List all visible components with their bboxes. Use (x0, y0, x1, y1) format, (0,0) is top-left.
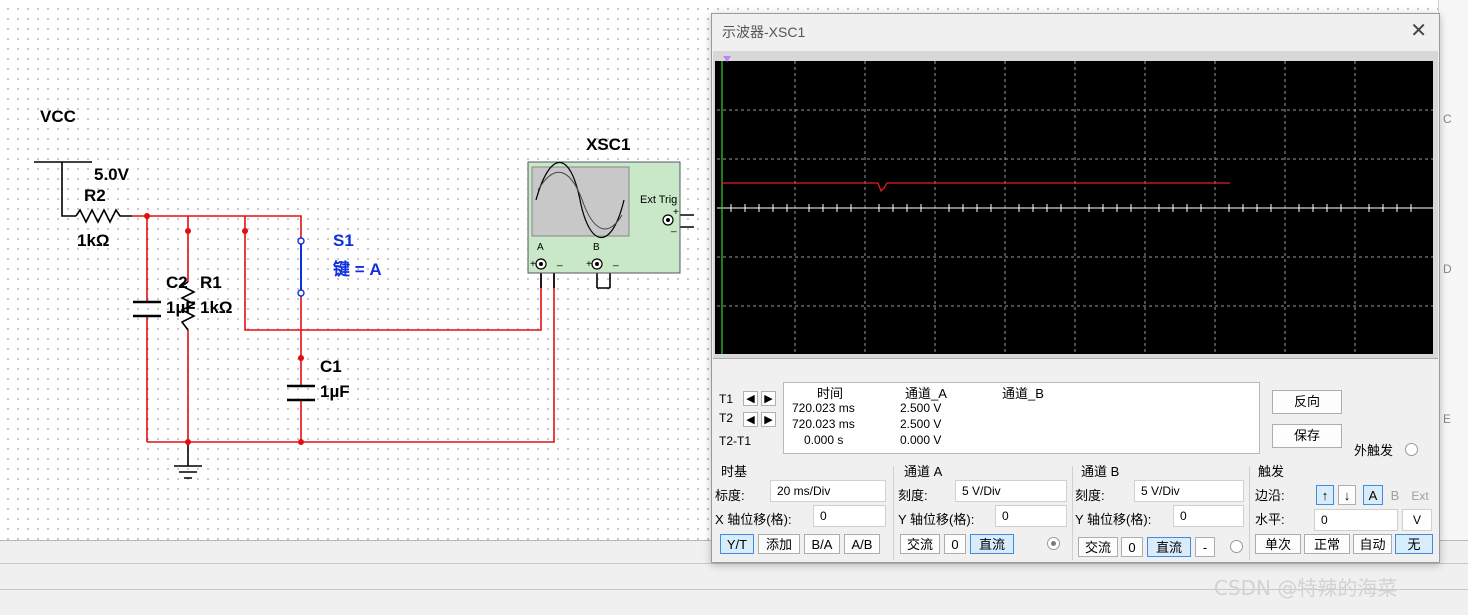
channel-b-scale-input[interactable]: 5 V/Div (1134, 480, 1244, 502)
t1-right-arrow-icon[interactable]: ▶ (761, 391, 776, 406)
t2-time: 720.023 ms (792, 417, 855, 431)
timebase-title: 时基 (721, 464, 748, 479)
t2-left-arrow-icon[interactable]: ◀ (743, 412, 758, 427)
channel-a-ac-button[interactable]: 交流 (900, 534, 940, 554)
t1-channel-a: 2.500 V (900, 401, 942, 415)
trigger-normal-button[interactable]: 正常 (1304, 534, 1350, 554)
t2-right-arrow-icon[interactable]: ▶ (761, 412, 776, 427)
scope-grid (715, 56, 1433, 354)
c2-value: 1µF (166, 298, 196, 317)
channel-a-radio[interactable] (1047, 537, 1060, 550)
rising-edge-icon[interactable]: ↑ (1316, 485, 1334, 505)
terminal-plus-b: + (586, 259, 592, 270)
watermark: CSDN @特辣的海菜 (1214, 576, 1398, 600)
timebase-scale-label: 标度: (715, 488, 745, 503)
vcc-value: 5.0V (94, 165, 129, 184)
c1-value: 1µF (320, 382, 350, 401)
channel-b-scale-label: 刻度: (1075, 488, 1105, 503)
channel-b-ac-button[interactable]: 交流 (1078, 537, 1118, 557)
terminal-minus-b: _ (613, 256, 619, 267)
trigger-source-b-button[interactable]: B (1386, 485, 1404, 505)
col-channel-b-header: 通道_B (1002, 386, 1044, 401)
channel-a-ypos-label: Y 轴位移(格): (898, 512, 975, 527)
channel-b-zero-button[interactable]: 0 (1121, 537, 1143, 557)
t1-time: 720.023 ms (792, 401, 855, 415)
ruler-label-c: C (1443, 112, 1452, 126)
trigger-edge-label: 边沿: (1255, 488, 1285, 503)
oscilloscope-window[interactable]: 示波器-XSC1 ✕ T1 ◀ ▶ T2 ◀ ▶ T2-T1 时间 通道_A 通… (711, 13, 1440, 563)
col-channel-a-header: 通道_A (905, 386, 947, 401)
mode-ba-button[interactable]: B/A (804, 534, 840, 554)
channel-b-terminal-label: B (593, 242, 600, 253)
trigger-level-input[interactable]: 0 (1314, 509, 1398, 531)
external-trigger-label: 外触发 (1354, 443, 1394, 458)
x-position-label: X 轴位移(格): (715, 512, 792, 527)
t2-t1-label: T2-T1 (719, 434, 752, 448)
group-separator (1249, 466, 1250, 560)
timebase-scale-input[interactable]: 20 ms/Div (770, 480, 886, 502)
channel-a-title: 通道 A (904, 464, 943, 479)
scope-screen[interactable] (713, 51, 1438, 359)
trigger-none-button[interactable]: 无 (1395, 534, 1433, 554)
t2-channel-a: 2.500 V (900, 417, 942, 431)
t2-t1-time: 0.000 s (804, 433, 844, 447)
s1-label: S1 (333, 231, 354, 250)
save-button[interactable]: 保存 (1272, 424, 1342, 448)
channel-a-scale-input[interactable]: 5 V/Div (955, 480, 1067, 502)
channel-a-terminal-label: A (537, 242, 544, 253)
col-time-header: 时间 (817, 386, 844, 401)
channel-b-ypos-input[interactable]: 0 (1173, 505, 1244, 527)
r2-value: 1kΩ (77, 231, 110, 250)
terminal-plus-ext: + (673, 207, 679, 218)
channel-a-dc-button[interactable]: 直流 (970, 534, 1014, 554)
close-icon[interactable]: ✕ (1410, 18, 1427, 42)
c2-label: C2 (166, 273, 188, 292)
reverse-button[interactable]: 反向 (1272, 390, 1342, 414)
falling-edge-icon[interactable]: ↓ (1338, 485, 1356, 505)
terminal-minus-ext: _ (671, 222, 677, 233)
r2-label: R2 (84, 186, 106, 205)
mode-yt-button[interactable]: Y/T (720, 534, 754, 554)
trigger-level-unit[interactable]: V (1402, 509, 1432, 531)
window-title: 示波器-XSC1 (722, 24, 806, 40)
t1-label: T1 (719, 392, 734, 406)
channel-b-radio[interactable] (1230, 540, 1243, 553)
vcc-label: VCC (40, 107, 76, 126)
trigger-single-button[interactable]: 单次 (1255, 534, 1301, 554)
t1-left-arrow-icon[interactable]: ◀ (743, 391, 758, 406)
trigger-level-label: 水平: (1255, 512, 1285, 527)
mode-ab-button[interactable]: A/B (844, 534, 880, 554)
r1-label: R1 (200, 273, 222, 292)
external-trigger-radio[interactable] (1405, 443, 1418, 456)
group-separator (893, 466, 894, 560)
channel-b-invert-button[interactable]: - (1195, 537, 1215, 557)
t2-label: T2 (719, 411, 734, 425)
s1-key-label: 键 = A (333, 260, 382, 279)
trigger-title: 触发 (1258, 464, 1285, 479)
c1-label: C1 (320, 357, 342, 376)
trigger-auto-button[interactable]: 自动 (1353, 534, 1392, 554)
channel-a-ypos-input[interactable]: 0 (995, 505, 1067, 527)
trigger-source-ext-button[interactable]: Ext (1407, 485, 1433, 505)
r1-value: 1kΩ (200, 298, 233, 317)
channel-a-zero-button[interactable]: 0 (944, 534, 966, 554)
group-separator (1072, 466, 1073, 560)
channel-b-dc-button[interactable]: 直流 (1147, 537, 1191, 557)
trigger-source-a-button[interactable]: A (1363, 485, 1383, 505)
channel-b-title: 通道 B (1081, 464, 1120, 479)
ruler-label-e: E (1443, 412, 1452, 426)
ruler-label-d: D (1443, 262, 1452, 276)
cursor-readout-table: 时间 通道_A 通道_B 720.023 ms 2.500 V 720.023 … (783, 382, 1260, 454)
channel-a-scale-label: 刻度: (898, 488, 928, 503)
ext-trig-label: Ext Trig (640, 194, 678, 206)
x-position-input[interactable]: 0 (813, 505, 886, 527)
xsc1-label: XSC1 (586, 135, 631, 154)
channel-b-ypos-label: Y 轴位移(格): (1075, 512, 1152, 527)
terminal-minus-a: _ (557, 256, 563, 267)
terminal-plus-a: + (530, 259, 536, 270)
mode-add-button[interactable]: 添加 (758, 534, 800, 554)
t2-t1-channel-a: 0.000 V (900, 433, 942, 447)
